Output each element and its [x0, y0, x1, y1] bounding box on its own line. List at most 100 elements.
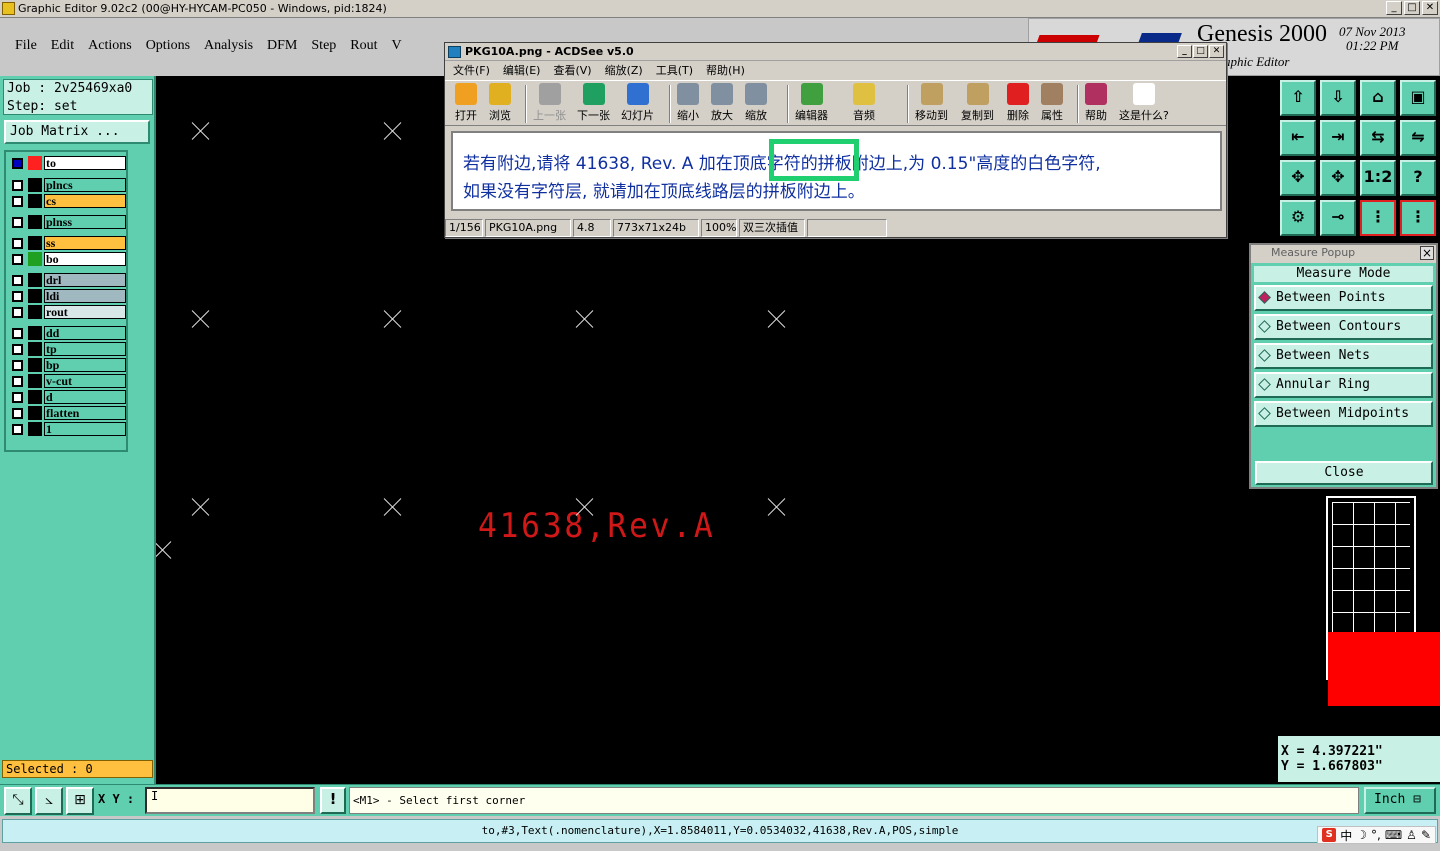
acdsee-tool-next[interactable]: 下一张 — [577, 83, 610, 123]
measure-option-between-nets[interactable]: Between Nets — [1254, 343, 1433, 369]
layer-name[interactable]: tp — [44, 342, 126, 356]
menu-actions[interactable]: Actions — [88, 38, 132, 54]
measure-close-icon[interactable]: × — [1420, 246, 1434, 260]
acdsee-menu-item[interactable]: 缩放(Z) — [605, 61, 643, 80]
radio-diamond-icon[interactable] — [1258, 320, 1271, 333]
layer-name[interactable]: 1 — [44, 422, 126, 436]
pan-swap-icon[interactable]: ⇆ — [1360, 120, 1396, 156]
layer-checkbox[interactable] — [12, 217, 23, 228]
layer-color-swatch[interactable] — [28, 374, 42, 388]
acdsee-tool-browse[interactable]: 浏览 — [489, 83, 511, 123]
layer-name[interactable]: ss — [44, 236, 126, 250]
layer-row-dd[interactable]: dd — [8, 326, 126, 340]
ime-language[interactable]: 中 — [1340, 827, 1352, 844]
layer-color-swatch[interactable] — [28, 194, 42, 208]
home-icon[interactable]: ⌂ — [1360, 80, 1396, 116]
minimize-button[interactable]: _ — [1386, 1, 1402, 15]
menu-step[interactable]: Step — [311, 38, 336, 54]
layer-name[interactable]: flatten — [44, 406, 126, 420]
measure-option-between-midpoints[interactable]: Between Midpoints — [1254, 401, 1433, 427]
layer-checkbox[interactable] — [12, 424, 23, 435]
acdsee-tool-copy[interactable]: 复制到 — [961, 83, 994, 123]
window-icon[interactable]: ▣ — [1400, 80, 1436, 116]
layer-row-ldi[interactable]: ldi — [8, 289, 126, 303]
menu-options[interactable]: Options — [146, 38, 190, 54]
pan-right-icon[interactable]: ⇥ — [1320, 120, 1356, 156]
layer-row-bo[interactable]: bo — [8, 252, 126, 266]
ime-toolbar[interactable]: S 中 ☽ °, ⌨ ♙ ✎ — [1317, 826, 1436, 844]
acdsee-tool-editor[interactable]: 编辑器 — [795, 83, 828, 123]
acdsee-tool-properties[interactable]: 属性 — [1041, 83, 1063, 123]
layer-row-v-cut[interactable]: v-cut — [8, 374, 126, 388]
layer-checkbox[interactable] — [12, 238, 23, 249]
help-icon[interactable]: ? — [1400, 160, 1436, 196]
acdsee-tool-open[interactable]: 打开 — [455, 83, 477, 123]
acdsee-menu-item[interactable]: 帮助(H) — [706, 61, 745, 80]
layer-name[interactable]: to — [44, 156, 126, 170]
acdsee-tool-move[interactable]: 移动到 — [915, 83, 948, 123]
layer-row-plnss[interactable]: plnss — [8, 215, 126, 229]
layer-color-swatch[interactable] — [28, 236, 42, 250]
layer-color-swatch[interactable] — [28, 273, 42, 287]
layer-name[interactable]: plncs — [44, 178, 126, 192]
layer-row-flatten[interactable]: flatten — [8, 406, 126, 420]
zoom-home-icon[interactable]: ⇧ — [1280, 80, 1316, 116]
center-icon[interactable]: ✥ — [1320, 160, 1356, 196]
zoom-out-icon[interactable]: ⇩ — [1320, 80, 1356, 116]
layer-color-swatch[interactable] — [28, 289, 42, 303]
layer-checkbox[interactable] — [12, 307, 23, 318]
menu-rout[interactable]: Rout — [350, 38, 377, 54]
layer-checkbox[interactable] — [12, 344, 23, 355]
layer-name[interactable]: bp — [44, 358, 126, 372]
menu-analysis[interactable]: Analysis — [204, 38, 253, 54]
acdsee-menu-item[interactable]: 编辑(E) — [503, 61, 541, 80]
acdsee-close-button[interactable]: ✕ — [1209, 45, 1224, 58]
layer-color-swatch[interactable] — [28, 422, 42, 436]
ime-punct-icon[interactable]: °, — [1371, 828, 1381, 842]
menu-dfm[interactable]: DFM — [267, 38, 297, 54]
acdsee-menu-item[interactable]: 查看(V) — [553, 61, 591, 80]
scale-icon[interactable]: 1:2 — [1360, 160, 1396, 196]
layer-name[interactable]: bo — [44, 252, 126, 266]
acdsee-menu-item[interactable]: 工具(T) — [656, 61, 693, 80]
maximize-button[interactable]: □ — [1404, 1, 1420, 15]
ime-settings-icon[interactable]: ✎ — [1421, 828, 1431, 842]
acdsee-tool-slideshow[interactable]: 幻灯片 — [621, 83, 654, 123]
pan-cycle-icon[interactable]: ⇋ — [1400, 120, 1436, 156]
rout-icon[interactable]: ⋮ — [1400, 200, 1436, 236]
pan-left-icon[interactable]: ⇤ — [1280, 120, 1316, 156]
minimap[interactable] — [1326, 496, 1440, 706]
layer-name[interactable]: cs — [44, 194, 126, 208]
layer-color-swatch[interactable] — [28, 156, 42, 170]
acdsee-maximize-button[interactable]: □ — [1193, 45, 1208, 58]
acdsee-tool-whats-this[interactable]: 这是什么? — [1119, 83, 1169, 123]
ime-user-icon[interactable]: ♙ — [1406, 828, 1417, 842]
layer-color-swatch[interactable] — [28, 326, 42, 340]
acdsee-tool-audio[interactable]: 音频 — [853, 83, 875, 123]
layer-checkbox[interactable] — [12, 376, 23, 387]
settings-icon[interactable]: ⚙ — [1280, 200, 1316, 236]
layer-name[interactable]: rout — [44, 305, 126, 319]
layer-checkbox[interactable] — [12, 180, 23, 191]
layer-color-swatch[interactable] — [28, 305, 42, 319]
layer-row-to[interactable]: to — [8, 156, 126, 170]
layer-checkbox[interactable] — [12, 392, 23, 403]
acdsee-image-view[interactable]: 若有附边,请将 41638, Rev. A 加在顶底字符的拼板附边上,为 0.1… — [451, 131, 1222, 211]
unit-selector[interactable]: Inch ⊟ — [1364, 787, 1436, 814]
canvas-text[interactable]: 41638,Rev.A — [478, 506, 716, 546]
measure-option-between-points[interactable]: Between Points — [1254, 285, 1433, 311]
ime-keyboard-icon[interactable]: ⌨ — [1385, 828, 1402, 842]
snap-icon[interactable]: ⊸ — [1320, 200, 1356, 236]
layer-row-drl[interactable]: drl — [8, 273, 126, 287]
layer-checkbox[interactable] — [12, 275, 23, 286]
acdsee-menu-item[interactable]: 文件(F) — [453, 61, 490, 80]
layer-name[interactable]: ldi — [44, 289, 126, 303]
menu-v[interactable]: V — [392, 38, 402, 54]
layer-row-cs[interactable]: cs — [8, 194, 126, 208]
layer-row-tp[interactable]: tp — [8, 342, 126, 356]
acdsee-tool-delete[interactable]: 删除 — [1007, 83, 1029, 123]
acdsee-tool-help[interactable]: 帮助 — [1085, 83, 1107, 123]
acdsee-tool-prev[interactable]: 上一张 — [533, 83, 566, 123]
acdsee-tool-zoom[interactable]: 缩放 — [745, 83, 767, 123]
layer-name[interactable]: drl — [44, 273, 126, 287]
